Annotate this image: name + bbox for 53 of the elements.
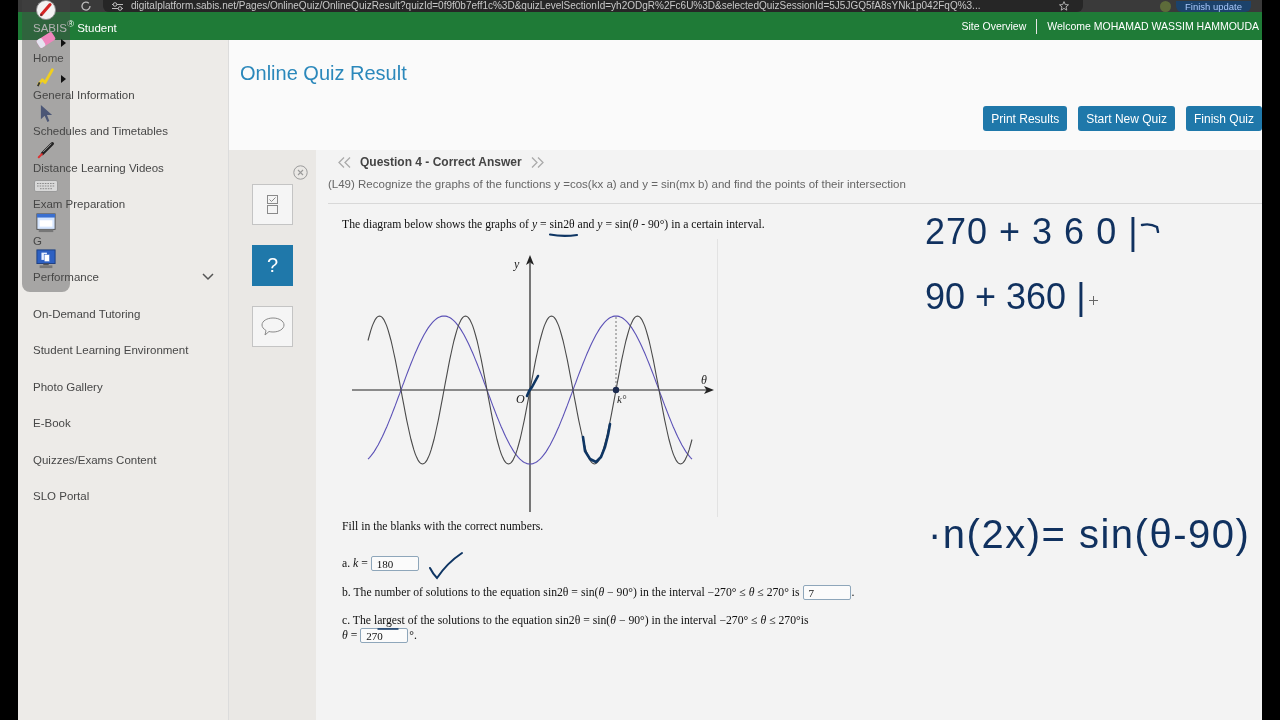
window-icon (36, 212, 56, 233)
handwritten-note: 90 + 360 | (925, 279, 1086, 315)
brand-name[interactable]: SABIS$^{®}$ Student (33, 18, 117, 34)
checklist-button[interactable] (252, 184, 293, 225)
update-button[interactable]: Finish update (1176, 0, 1252, 12)
instruction-text: Fill in the blanks with the correct numbers. (342, 520, 544, 534)
question-text: . (851, 586, 855, 599)
answer-field[interactable]: 180 (370, 556, 419, 571)
page-title: Online Quiz Result (240, 61, 407, 86)
action-button[interactable]: Start New Quiz (1078, 106, 1175, 131)
sidebar-item[interactable]: Photo Gallery (33, 380, 103, 393)
keyboard-icon (34, 180, 58, 192)
ink-tick-icon (428, 551, 464, 580)
question-text: a. k = (342, 557, 368, 570)
sidebar-item[interactable]: Exam Preparation (33, 198, 126, 211)
question-text: The diagram below shows the graphs of y = sin2θ and y = sin(θ - 90°) in a certain interval. (342, 218, 765, 232)
submenu-arrow-icon (61, 75, 66, 84)
question-text: θ = (342, 629, 358, 642)
submenu-arrow-icon (61, 38, 66, 47)
marker-pen-icon (36, 139, 56, 160)
question-text: °. (409, 629, 417, 642)
speech-bubble-icon (260, 317, 285, 336)
action-button[interactable]: Print Results (983, 106, 1068, 131)
star-icon[interactable] (1059, 1, 1069, 11)
sidebar-item[interactable]: G (33, 234, 42, 247)
ink-stroke (1139, 222, 1160, 233)
ink-underline (377, 627, 399, 631)
sidebar-item[interactable]: On-Demand Tutoring (33, 307, 141, 320)
help-button[interactable]: ? (252, 245, 293, 286)
handwritten-note: 270 + 3 6 0 | (925, 214, 1139, 250)
reload-icon[interactable] (80, 0, 92, 12)
tune-icon[interactable] (112, 1, 123, 11)
crosshair-cursor-icon (1088, 295, 1098, 305)
sidebar-item[interactable]: E-Book (33, 417, 71, 430)
sidebar-item[interactable]: SLO Portal (33, 490, 90, 503)
action-button[interactable]: Finish Quiz (1185, 106, 1262, 131)
highlighter-icon (36, 66, 56, 87)
ink-underline (549, 232, 578, 238)
sidebar-item[interactable]: Home (33, 52, 64, 65)
handwritten-note: ·n(2x)= sin(θ-90) (928, 514, 1251, 554)
cursor-arrow-icon (38, 103, 54, 123)
answer-field[interactable]: 270 (360, 628, 409, 643)
question-objective: (L49) Recognize the graphs of the functions y =cos(kx a) and y = sin(mx b) and find the points of their intersection (328, 177, 907, 191)
question-title: Question 4 - Correct Answer (360, 155, 522, 169)
monitor-icon (36, 249, 56, 269)
sidebar-item[interactable]: Student Learning Environment (33, 344, 189, 357)
sidebar-item[interactable]: Quizzes/Exams Content (33, 453, 157, 466)
answer-field[interactable]: 7 (802, 585, 851, 600)
question-text: c. The largest of the solutions to the equation sin2θ = sin(θ − 90°) in the interval −270° ≤ θ ≤ 270°is (342, 614, 809, 628)
question-text: b. The number of solutions to the equation sin2θ = sin(θ − 90°) in the interval −270° ≤ θ ≤ 270° is (342, 586, 800, 599)
welcome-text: Welcome MOHAMAD WASSIM HAMMOUDA (1047, 20, 1259, 32)
checklist-icon (267, 195, 278, 214)
header-link[interactable]: Site Overview (961, 20, 1027, 32)
